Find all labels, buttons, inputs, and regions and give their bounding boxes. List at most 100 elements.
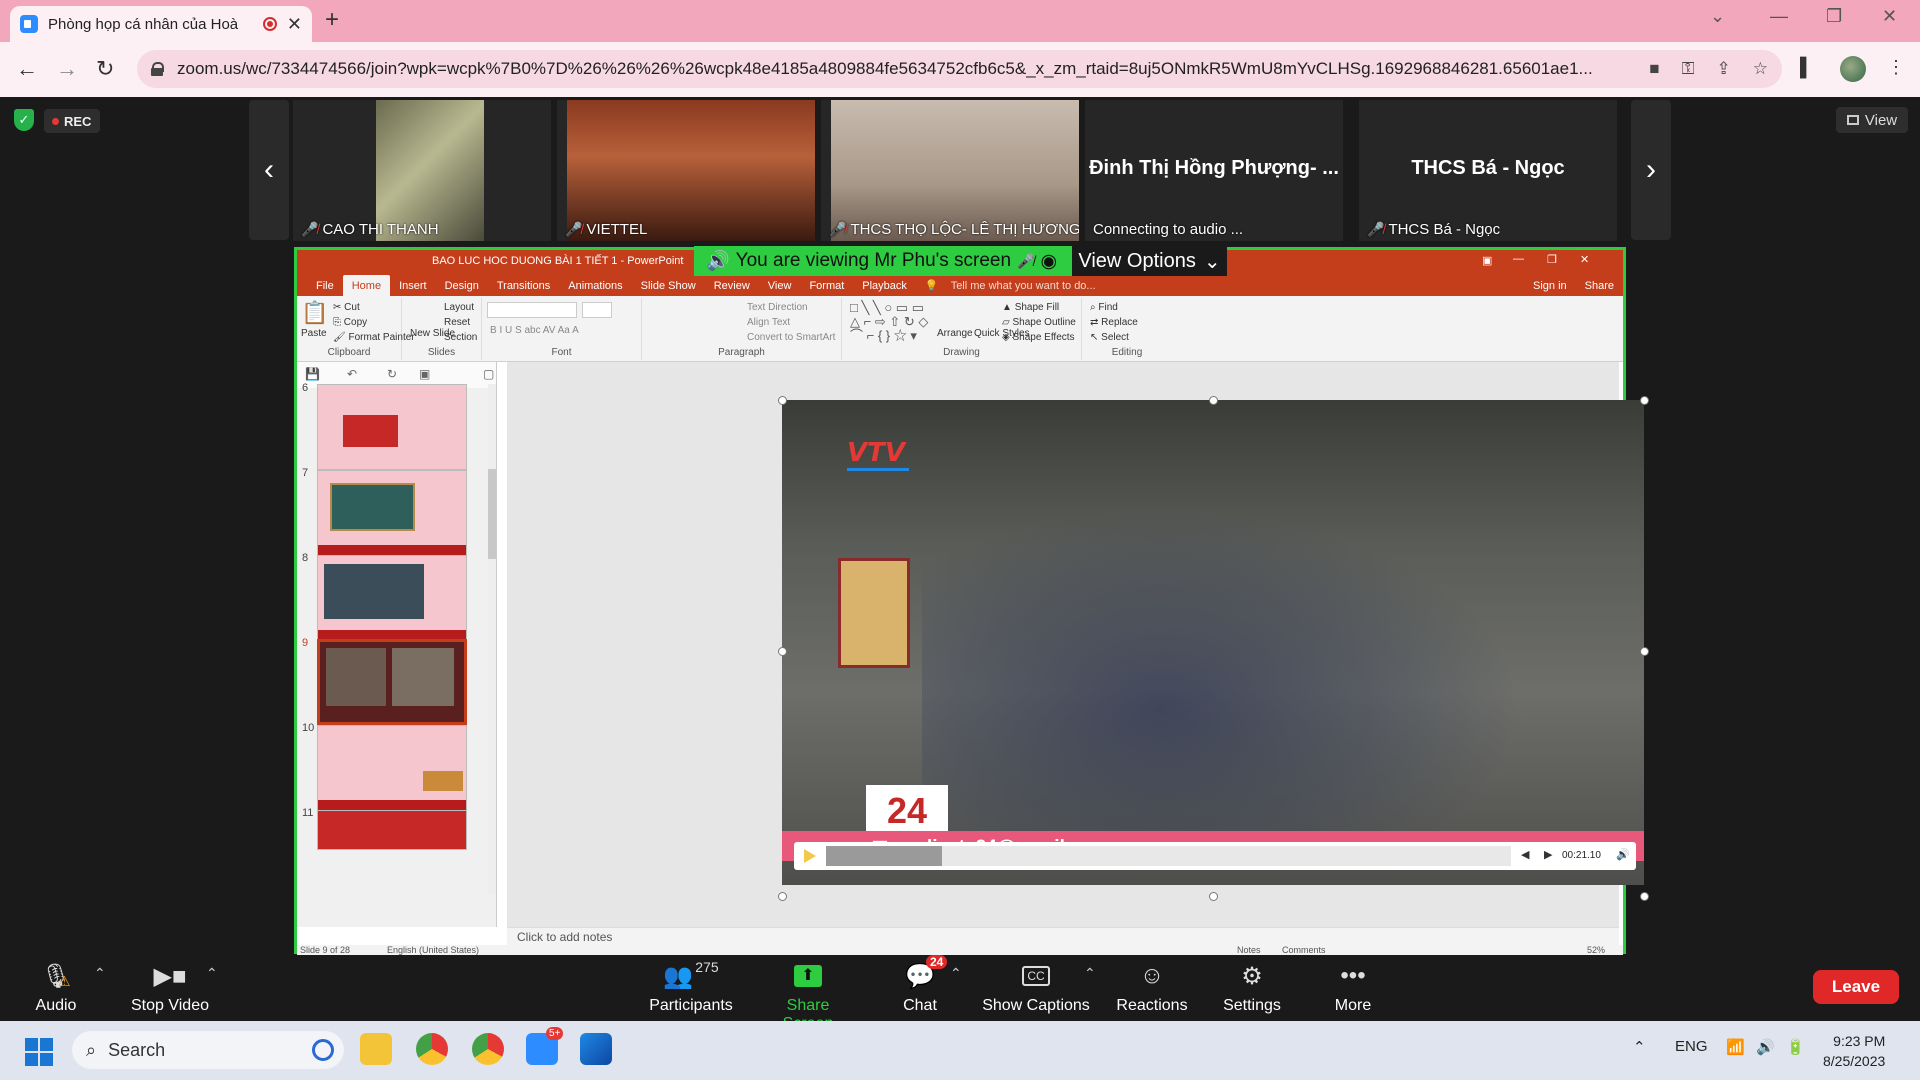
previous-page-icon[interactable]: ‹ [249, 100, 289, 240]
back-icon[interactable]: ← [16, 56, 38, 82]
restore-icon[interactable]: ❐ [1826, 6, 1842, 27]
show-captions-button[interactable]: CC Show Captions [982, 959, 1090, 1015]
cut-button[interactable]: ✂ Cut [333, 302, 360, 313]
chrome-icon[interactable] [416, 1033, 448, 1065]
layout-button[interactable]: Layout [444, 302, 474, 313]
reload-icon[interactable]: ↻ [96, 56, 114, 82]
undo-icon[interactable]: ↶ [347, 367, 357, 381]
notes-pane[interactable]: Click to add notes [507, 927, 1619, 945]
shapes-gallery[interactable]: □ ╲ ╲ ○ ▭ ▭ △ ⌐ ⇨ ⇧ ↻ ◇ ⌒ ⌐ { } ☆ ▾ [850, 301, 928, 343]
audio-button[interactable]: 🎙 ⚠ Audio [34, 959, 78, 1015]
zoom-level[interactable]: 52% [1587, 945, 1605, 955]
resize-handle[interactable] [1209, 396, 1218, 405]
ppt-restore-icon[interactable]: ❐ [1547, 253, 1557, 266]
paste-icon[interactable]: 📋 [301, 300, 328, 326]
camera-blocked-icon[interactable]: ■ [1649, 59, 1659, 79]
audio-options-caret-icon[interactable]: ⌃ [94, 965, 106, 982]
slide-thumbnail[interactable] [317, 384, 467, 470]
participant-tile[interactable]: Đinh Thị Hồng Phượng- ... Connecting to … [1085, 100, 1343, 241]
notes-toggle[interactable]: Notes [1237, 945, 1261, 955]
chrome-profile-icon[interactable] [472, 1033, 504, 1065]
redo-icon[interactable]: ↻ [387, 367, 397, 381]
address-bar[interactable]: zoom.us/wc/7334474566/join?wpk=wcpk%7B0%… [137, 50, 1782, 88]
reset-button[interactable]: Reset [444, 317, 470, 328]
new-tab-icon[interactable]: + [325, 6, 339, 34]
resize-handle[interactable] [1209, 892, 1218, 901]
windows-start-icon[interactable] [25, 1038, 53, 1066]
ppt-close-icon[interactable]: ✕ [1580, 253, 1589, 266]
slide-thumbnail[interactable] [317, 725, 467, 811]
replace-button[interactable]: ⇄ Replace [1090, 317, 1138, 328]
paste-button[interactable]: Paste [301, 328, 327, 339]
shape-effects-button[interactable]: ◈ Shape Effects [1002, 332, 1075, 343]
video-progress-track[interactable] [826, 846, 1511, 866]
tab-insert[interactable]: Insert [390, 280, 436, 296]
tab-file[interactable]: File [307, 280, 343, 296]
shape-fill-button[interactable]: ▲ Shape Fill [1002, 302, 1059, 313]
embedded-video[interactable]: VTV 24 ✉ mediavtv24@gmail.com [782, 400, 1644, 885]
volume-tray-icon[interactable]: 🔊 [1756, 1038, 1775, 1056]
window-close-icon[interactable]: ✕ [1882, 6, 1897, 27]
new-file-icon[interactable]: ▢ [483, 367, 494, 381]
file-explorer-icon[interactable] [360, 1033, 392, 1065]
participant-tile[interactable]: 🎤̸ THCS THỌ LỘC- LÊ THỊ HƯƠNG... [821, 100, 1079, 241]
slide-thumbnail[interactable] [317, 555, 467, 641]
tab-review[interactable]: Review [705, 280, 759, 296]
resize-handle[interactable] [1640, 892, 1649, 901]
video-options-caret-icon[interactable]: ⌃ [206, 965, 218, 982]
security-shield-icon[interactable]: ✓ [14, 109, 34, 131]
reactions-button[interactable]: ☺ Reactions [1116, 959, 1188, 1015]
profile-avatar[interactable] [1840, 56, 1866, 82]
url-text[interactable]: zoom.us/wc/7334474566/join?wpk=wcpk%7B0%… [177, 59, 1649, 79]
recording-badge[interactable]: REC [44, 109, 100, 133]
tab-search-icon[interactable]: ⌄ [1710, 6, 1725, 27]
ppt-minimize-icon[interactable]: — [1513, 253, 1524, 265]
language-indicator[interactable]: ENG [1675, 1038, 1708, 1055]
tab-home[interactable]: Home [342, 275, 391, 296]
text-direction-button[interactable]: Text Direction [747, 302, 808, 313]
resize-handle[interactable] [778, 892, 787, 901]
volume-icon[interactable]: 🔊 [1616, 848, 1630, 861]
stop-video-button[interactable]: ▶■ Stop Video [130, 959, 210, 1015]
ribbon-display-icon[interactable]: ▣ [1482, 254, 1492, 267]
chat-options-caret-icon[interactable]: ⌃ [950, 965, 962, 982]
convert-smartart-button[interactable]: Convert to SmartArt [747, 332, 835, 343]
sign-in-link[interactable]: Sign in [1524, 280, 1576, 296]
view-button[interactable]: View [1836, 107, 1908, 133]
chrome-menu-icon[interactable]: ⋮ [1887, 57, 1905, 78]
participant-tile[interactable]: 🎤̸ CAO THI THANH [293, 100, 551, 241]
resize-handle[interactable] [1640, 647, 1649, 656]
participant-tile[interactable]: THCS Bá - Ngọc 🎤̸ THCS Bá - Ngọc [1359, 100, 1617, 241]
tab-transitions[interactable]: Transitions [488, 280, 559, 296]
language-status[interactable]: English (United States) [387, 945, 479, 955]
view-options-button[interactable]: View Options ⌄ [1072, 246, 1227, 276]
participant-tile[interactable]: 🎤̸ VIETTEL [557, 100, 815, 241]
taskbar-search[interactable]: ⌕ Search [72, 1031, 344, 1069]
settings-button[interactable]: ⚙ Settings [1222, 959, 1282, 1015]
zalo-icon[interactable]: 5+ [526, 1027, 564, 1065]
thumbnail-scrollbar[interactable] [488, 384, 496, 894]
tab-playback[interactable]: Playback [853, 280, 916, 296]
resize-handle[interactable] [1640, 396, 1649, 405]
share-page-icon[interactable]: ⇪ [1717, 59, 1731, 79]
select-button[interactable]: ↖ Select [1090, 332, 1129, 343]
copy-button[interactable]: ⎘ Copy [333, 317, 367, 328]
arrange-button[interactable]: Arrange [937, 328, 973, 339]
share-link[interactable]: Share [1576, 280, 1623, 296]
slide-thumbnail[interactable] [317, 470, 467, 556]
comments-toggle[interactable]: Comments [1282, 945, 1326, 955]
tab-design[interactable]: Design [436, 280, 488, 296]
bookmark-star-icon[interactable]: ☆ [1753, 59, 1768, 79]
slide-thumbnail-selected[interactable] [317, 639, 467, 725]
minimize-icon[interactable]: — [1770, 6, 1788, 27]
tab-animations[interactable]: Animations [559, 280, 631, 296]
wifi-icon[interactable]: 📶 [1726, 1038, 1745, 1056]
tab-format[interactable]: Format [800, 280, 853, 296]
taskbar-clock[interactable]: 9:23 PM 8/25/2023 [1823, 1031, 1885, 1071]
forward-icon[interactable]: → [56, 56, 78, 82]
play-icon[interactable] [804, 849, 816, 863]
leave-button[interactable]: Leave [1813, 970, 1899, 1004]
tab-slide-show[interactable]: Slide Show [632, 280, 705, 296]
align-text-button[interactable]: Align Text [747, 317, 790, 328]
start-slideshow-icon[interactable]: ▣ [419, 367, 430, 381]
